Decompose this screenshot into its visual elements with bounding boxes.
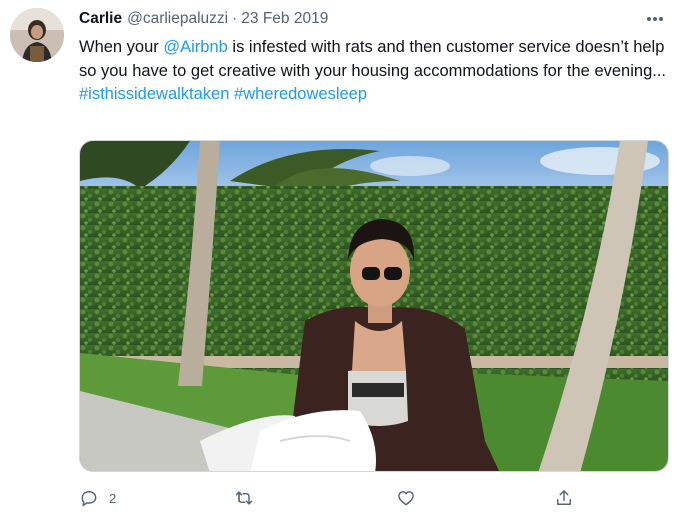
share-button[interactable] (554, 486, 574, 510)
reply-count: 2 (109, 490, 117, 506)
reply-icon (81, 491, 97, 507)
share-icon (557, 490, 571, 505)
mention-link[interactable]: @Airbnb (163, 38, 227, 56)
avatar[interactable] (10, 8, 64, 62)
like-button[interactable] (396, 486, 416, 510)
more-icon (647, 17, 663, 21)
separator-dot: · (232, 10, 238, 27)
like-icon (398, 491, 414, 506)
tweet-header: Carlie @carliepaluzzi · 23 Feb 2019 (79, 10, 328, 30)
more-button[interactable] (644, 11, 666, 27)
retweet-icon (235, 491, 253, 505)
tweet-text-part-1: When your (79, 38, 164, 56)
hashtag-link[interactable]: #isthissidewalktaken (79, 85, 229, 103)
photo-image (80, 141, 668, 471)
retweet-button[interactable] (234, 486, 254, 510)
tweet-actions: 2 (79, 486, 669, 510)
hashtag-link[interactable]: #wheredowesleep (234, 85, 367, 103)
avatar-image (10, 8, 64, 62)
author-handle[interactable]: @carliepaluzzi (127, 10, 228, 28)
tweet-text: When your @Airbnb is infested with rats … (79, 36, 671, 107)
tweet-photo[interactable] (79, 140, 669, 472)
tweet-date[interactable]: 23 Feb 2019 (241, 10, 328, 28)
author-name[interactable]: Carlie (79, 10, 122, 28)
reply-button[interactable]: 2 (79, 486, 116, 510)
